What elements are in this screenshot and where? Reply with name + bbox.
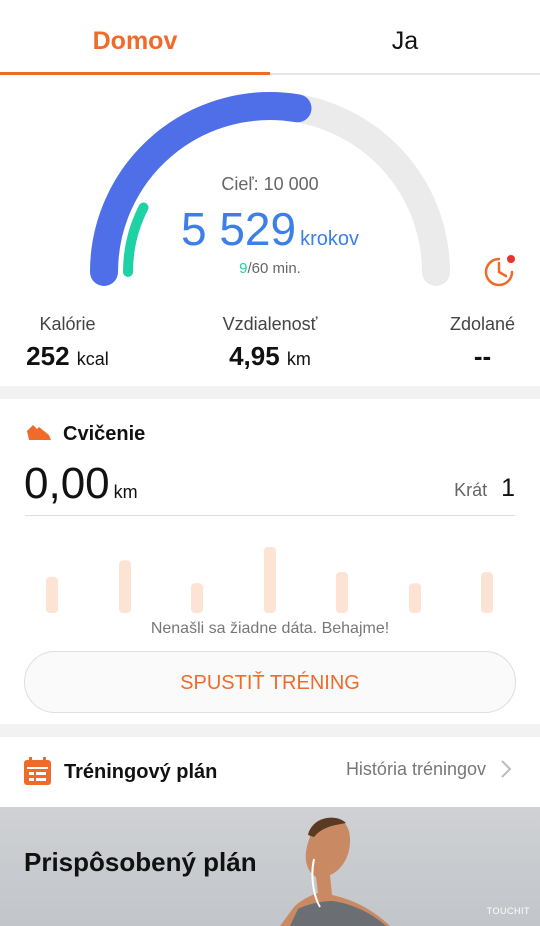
no-data-message: Nenašli sa žiadne dáta. Behajme!: [150, 620, 390, 637]
placeholder-bar: [191, 583, 203, 613]
calories-label: Kalórie: [39, 314, 96, 334]
placeholder-bar: [336, 572, 348, 613]
placeholder-bar: [46, 576, 58, 613]
calories-unit: kcal: [76, 349, 109, 369]
placeholder-bar: [481, 572, 493, 613]
custom-plan-banner[interactable]: Prispôsobený plán TOUCHIT: [0, 807, 540, 926]
active-minutes: 9/60 min.: [0, 260, 540, 277]
training-plan-row[interactable]: Tréningový plán História tréningov: [0, 737, 540, 807]
start-workout-button[interactable]: SPUSTIŤ TRÉNING: [24, 651, 516, 713]
steps-summary-card[interactable]: Cieľ: 10 000 5 529 krokov 9/60 min. Kalór…: [0, 76, 540, 386]
pie-chart-history-icon[interactable]: [482, 254, 516, 288]
stat-climbed: Zdolané --: [440, 314, 525, 372]
climbed-value: --: [473, 341, 492, 371]
exercise-placeholder-chart: [46, 547, 493, 613]
placeholder-bar: [119, 560, 131, 613]
calories-value: 252: [26, 341, 70, 371]
tab-me[interactable]: Ja: [270, 0, 540, 76]
stat-calories: Kalórie 252 kcal: [20, 314, 115, 372]
distance-label: Vzdialenosť: [222, 314, 318, 334]
placeholder-bar: [264, 547, 276, 613]
stat-distance: Vzdialenosť 4,95 km: [210, 314, 330, 372]
exercise-card[interactable]: Cvičenie 0,00 km Krát 1 Nenašli sa žiadne …: [0, 399, 540, 724]
step-count: 5 529: [180, 203, 297, 255]
step-unit: krokov: [300, 228, 360, 250]
distance-value: 4,95: [229, 341, 280, 371]
custom-plan-title: Prispôsobený plán: [24, 847, 257, 877]
distance-unit: km: [286, 349, 311, 369]
chevron-right-icon[interactable]: [500, 759, 512, 779]
step-goal: Cieľ: 10 000: [221, 174, 319, 194]
placeholder-bar: [409, 583, 421, 613]
training-history-link[interactable]: História tréningov: [346, 759, 486, 780]
watermark: TOUCHIT: [486, 906, 530, 916]
active-tab-indicator: [0, 72, 270, 75]
climbed-label: Zdolané: [449, 314, 516, 334]
training-plan-title: Tréningový plán: [64, 761, 218, 783]
top-tab-bar: Domov Ja: [0, 0, 540, 76]
active-minutes-goal: /60 min.: [247, 260, 301, 277]
calendar-icon: [24, 757, 51, 785]
tab-divider: [270, 73, 540, 75]
step-count-row: 5 529 krokov: [0, 202, 540, 256]
tab-home[interactable]: Domov: [0, 0, 270, 76]
